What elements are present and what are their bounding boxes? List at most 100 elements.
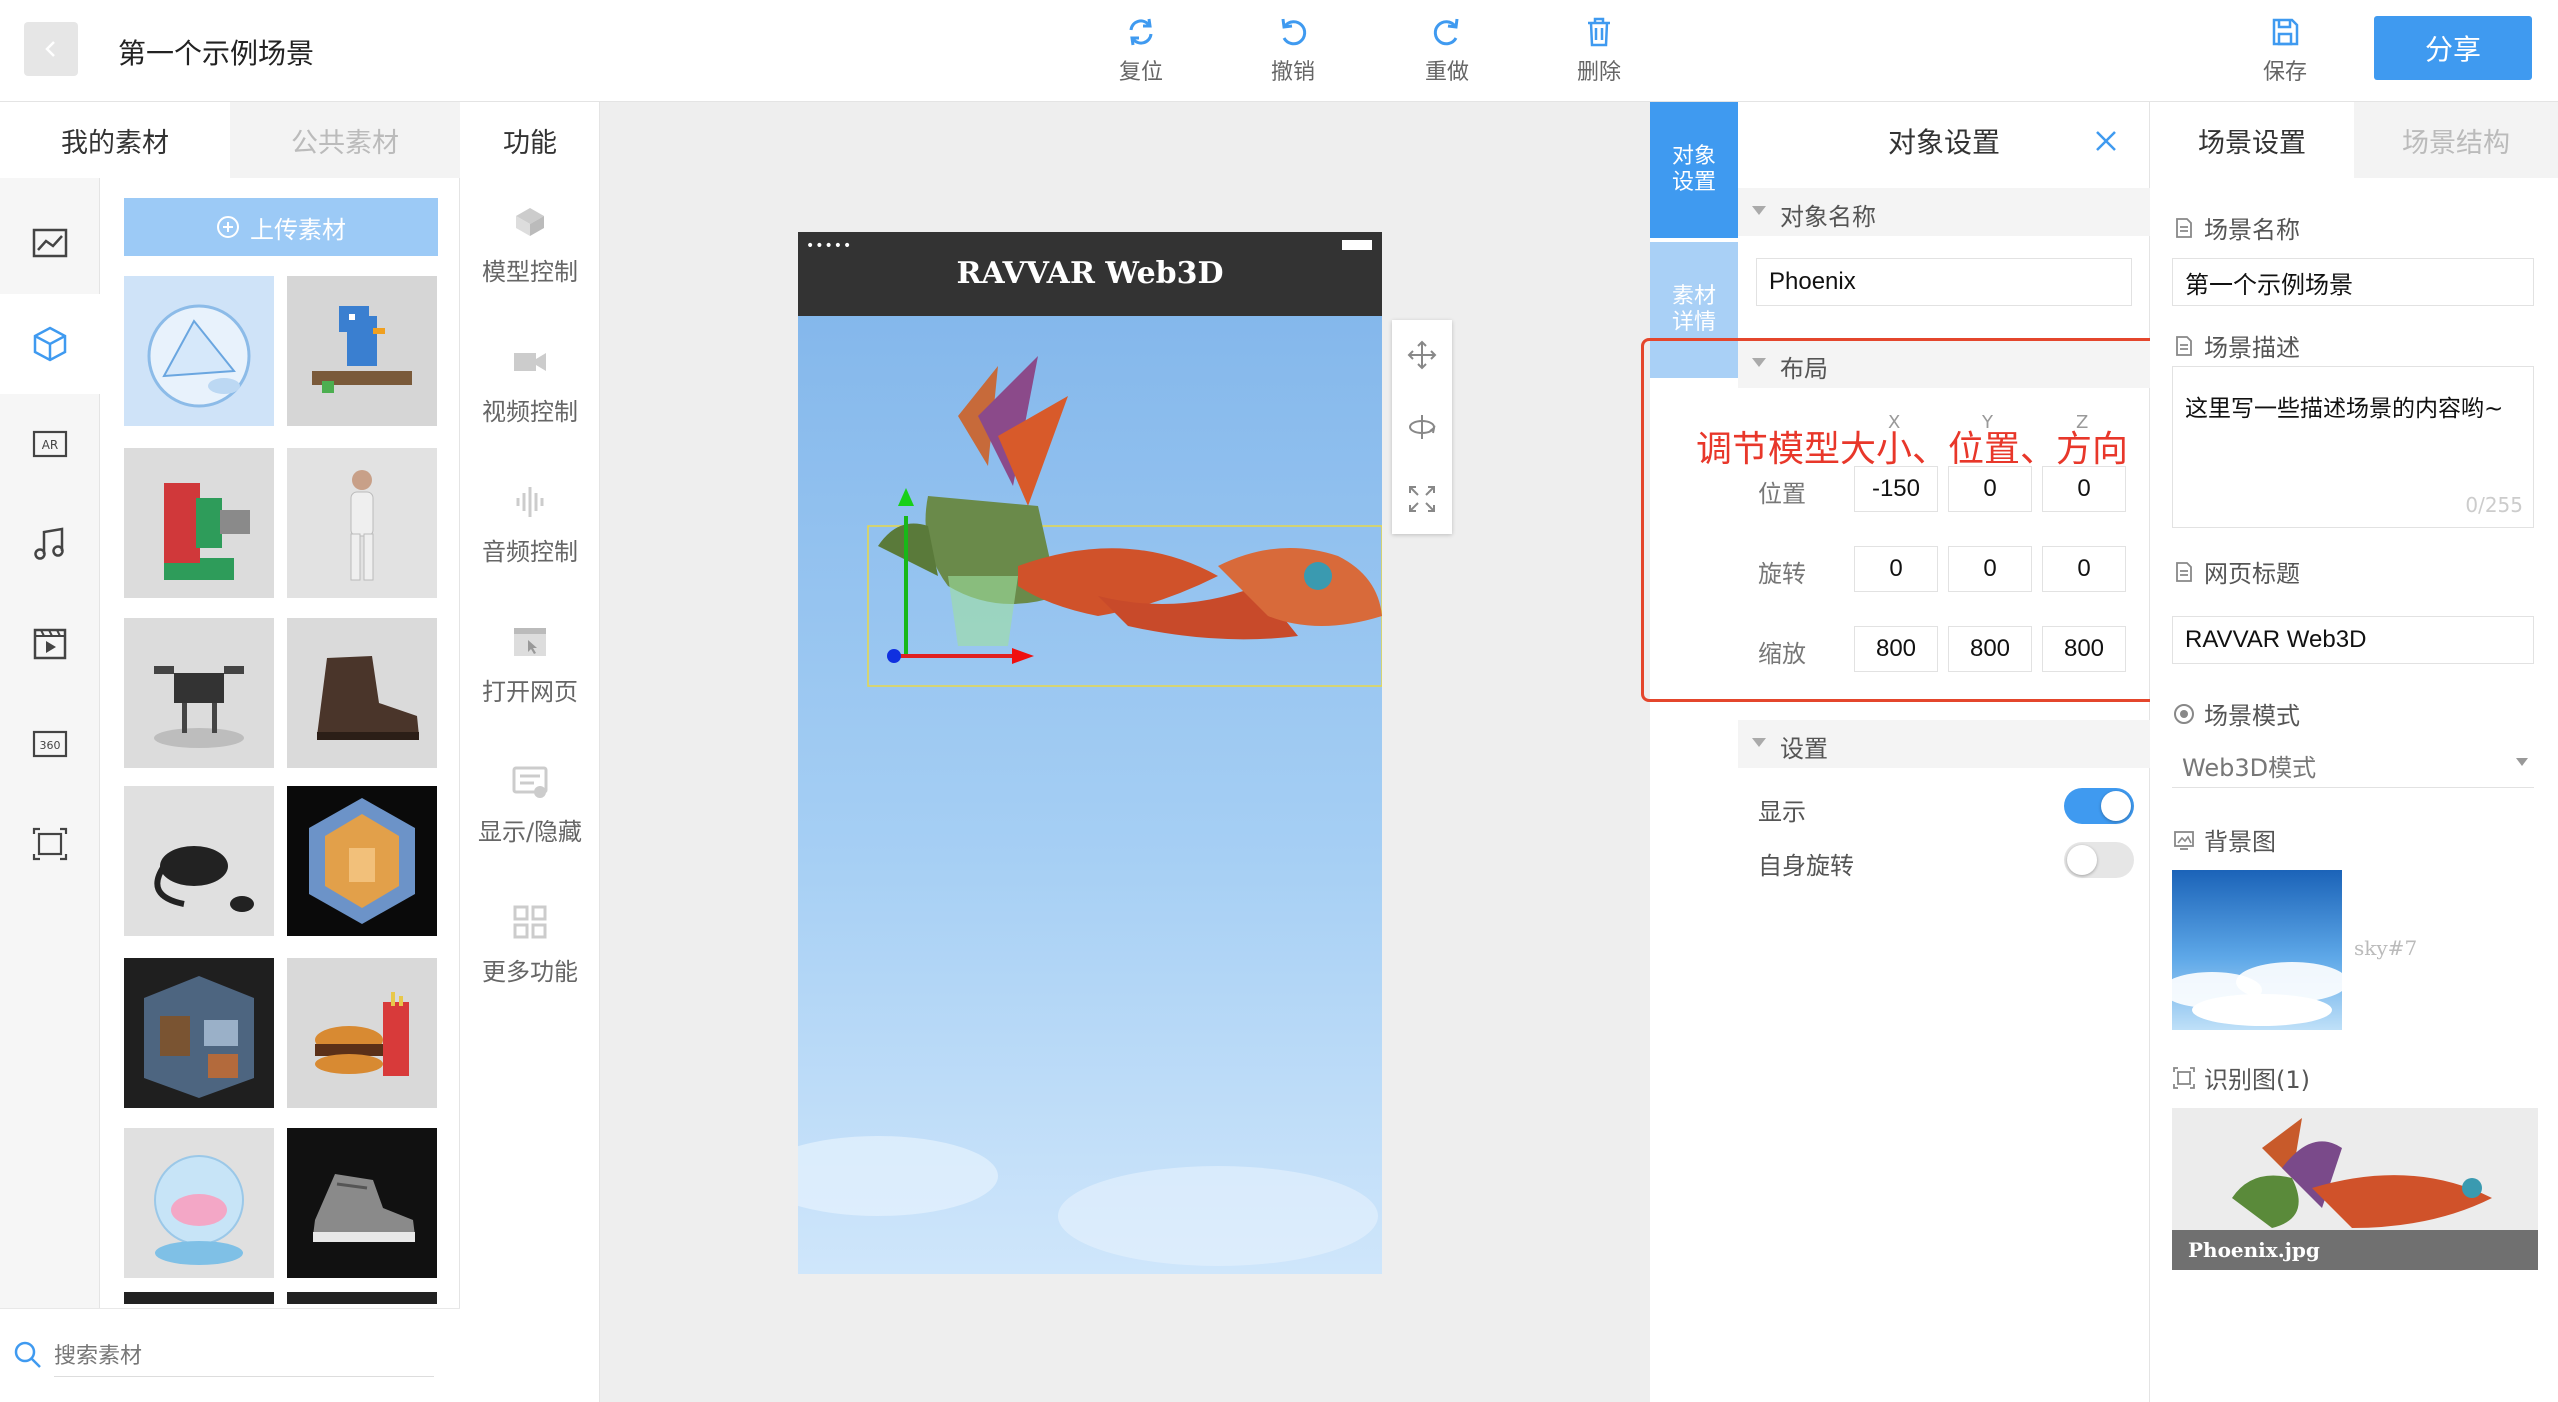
func-more[interactable]: 更多功能 xyxy=(460,902,600,987)
asset-thumb-room-cube[interactable] xyxy=(287,786,437,936)
func-show-hide[interactable]: 显示/隐藏 xyxy=(460,762,600,847)
rail-item-scan[interactable] xyxy=(0,794,100,894)
rail-item-video[interactable] xyxy=(0,594,100,694)
back-button[interactable] xyxy=(24,22,78,76)
search-input[interactable] xyxy=(54,1337,434,1377)
svg-text:360: 360 xyxy=(40,739,61,752)
upload-asset-button[interactable]: 上传素材 xyxy=(124,198,438,256)
object-settings-panel: 对象设置 对象名称 Phoenix 布局 X Y Z 位置 -150 0 0 旋… xyxy=(1738,102,2150,1402)
asset-thumb-sneaker[interactable] xyxy=(287,1128,437,1278)
share-button[interactable]: 分享 xyxy=(2374,16,2532,80)
rail-item-panorama[interactable]: 360 xyxy=(0,694,100,794)
scene-desc-field[interactable]: 这里写一些描述场景的内容哟~ 0/255 xyxy=(2172,366,2534,528)
object-settings-title: 对象设置 xyxy=(1887,126,2000,159)
rotate-tool-button[interactable] xyxy=(1392,392,1452,462)
asset-thumb-partial-2[interactable] xyxy=(287,1292,437,1304)
tab-my-assets[interactable]: 我的素材 xyxy=(0,102,230,178)
page-title-label: 网页标题 xyxy=(2172,554,2300,589)
section-object-name-label: 对象名称 xyxy=(1780,203,1876,231)
move-tool-button[interactable] xyxy=(1392,320,1452,390)
func-model-control[interactable]: 模型控制 xyxy=(460,202,600,287)
scene-mode-label: 场景模式 xyxy=(2172,696,2300,731)
asset-search-bar xyxy=(0,1308,460,1402)
background-label: 背景图 xyxy=(2172,822,2276,857)
redo-button[interactable]: 重做 xyxy=(1402,16,1492,86)
recognition-image-thumbnail[interactable]: Phoenix.jpg xyxy=(2172,1108,2538,1270)
more-functions-icon xyxy=(513,905,547,939)
scene-canvas[interactable]: ••••• RAVVAR Web3D xyxy=(600,102,1650,1402)
self-rotate-toggle[interactable] xyxy=(2064,842,2134,878)
tab-scene-structure[interactable]: 场景结构 xyxy=(2354,102,2558,178)
undo-button[interactable]: 撤销 xyxy=(1248,16,1338,86)
phone-status-dots: ••••• xyxy=(806,238,853,254)
section-object-name[interactable]: 对象名称 xyxy=(1738,188,2150,236)
func-video-control[interactable]: 视频控制 xyxy=(460,342,600,427)
self-rotate-toggle-label: 自身旋转 xyxy=(1758,852,1854,880)
asset-type-rail: AR 360 xyxy=(0,178,100,1402)
asset-thumb-human-figure[interactable] xyxy=(287,448,437,598)
asset-thumb-burger[interactable] xyxy=(287,958,437,1108)
scan-frame-icon xyxy=(2173,1066,2195,1089)
scene-name-field[interactable]: 第一个示例场景 xyxy=(2172,258,2534,306)
tab-object-settings[interactable]: 对象 设置 xyxy=(1650,102,1738,238)
asset-thumb-vr-headset[interactable] xyxy=(124,786,274,936)
chevron-down-icon xyxy=(2516,758,2528,766)
asset-thumb-drone[interactable] xyxy=(124,618,274,768)
recognition-image-label: 识别图(1) xyxy=(2172,1060,2310,1095)
document-icon xyxy=(2176,335,2192,356)
battery-icon xyxy=(1342,240,1372,250)
scene-desc-label-text: 场景描述 xyxy=(2204,334,2300,362)
open-webpage-icon xyxy=(514,628,546,656)
toggle-knob xyxy=(2101,791,2131,821)
page-title-field[interactable]: RAVVAR Web3D xyxy=(2172,616,2534,664)
rail-item-3d-model[interactable] xyxy=(0,294,100,394)
radio-circle-icon xyxy=(2174,703,2194,724)
asset-thumb-boot[interactable] xyxy=(287,618,437,768)
asset-thumb-glass-tent[interactable] xyxy=(124,276,274,426)
show-hide-icon xyxy=(512,766,548,798)
annotation-highlight-box xyxy=(1641,338,2193,702)
audio-control-icon xyxy=(516,487,544,517)
delete-button[interactable]: 删除 xyxy=(1554,16,1644,86)
delete-label: 删除 xyxy=(1576,60,1621,85)
visible-toggle[interactable] xyxy=(2064,788,2134,824)
asset-thumb-partial-1[interactable] xyxy=(124,1292,274,1304)
save-button[interactable]: 保存 xyxy=(2240,16,2330,86)
tab-scene-settings[interactable]: 场景设置 xyxy=(2150,102,2354,178)
page-title-label-text: 网页标题 xyxy=(2204,560,2300,588)
section-settings[interactable]: 设置 xyxy=(1738,720,2150,768)
undo-label: 撤销 xyxy=(1270,60,1315,85)
func-audio-control[interactable]: 音频控制 xyxy=(460,482,600,567)
visible-toggle-label: 显示 xyxy=(1758,798,1806,826)
background-label-text: 背景图 xyxy=(2204,828,2276,856)
scene-name-label: 场景名称 xyxy=(2172,210,2300,245)
reset-button[interactable]: 复位 xyxy=(1096,16,1186,86)
background-thumbnail[interactable] xyxy=(2172,870,2342,1030)
close-icon[interactable] xyxy=(2091,126,2121,156)
video-icon xyxy=(33,628,67,660)
recognition-image-label-text: 识别图(1) xyxy=(2204,1066,2310,1094)
asset-thumb-room-diorama[interactable] xyxy=(124,958,274,1108)
rail-item-image[interactable] xyxy=(0,194,100,294)
phone-preview[interactable]: ••••• RAVVAR Web3D xyxy=(798,232,1382,1274)
func-video-control-label: 视频控制 xyxy=(482,398,578,426)
save-icon xyxy=(2272,18,2299,46)
rail-item-audio[interactable] xyxy=(0,494,100,594)
scale-tool-button[interactable] xyxy=(1392,464,1452,534)
scene-desc-value: 这里写一些描述场景的内容哟~ xyxy=(2185,396,2504,422)
rail-item-ar[interactable]: AR xyxy=(0,394,100,494)
object-name-field[interactable]: Phoenix xyxy=(1756,258,2132,306)
plus-circle-icon xyxy=(217,216,239,238)
tab-public-assets[interactable]: 公共素材 xyxy=(230,102,460,178)
caret-down-icon xyxy=(1752,738,1766,747)
asset-thumb-machine-part[interactable] xyxy=(124,448,274,598)
transform-gizmo-toolbar xyxy=(1392,320,1452,534)
scene-mode-select[interactable]: Web3D模式 xyxy=(2172,740,2534,788)
asset-thumb-blue-bird[interactable] xyxy=(287,276,437,426)
rotate-3d-icon xyxy=(1409,415,1436,439)
scene-mode-label-text: 场景模式 xyxy=(2204,702,2300,730)
func-open-webpage[interactable]: 打开网页 xyxy=(460,622,600,707)
asset-thumb-snow-globe[interactable] xyxy=(124,1128,274,1278)
scene-desc-label: 场景描述 xyxy=(2172,328,2300,363)
phoenix-model[interactable] xyxy=(798,316,1382,1274)
